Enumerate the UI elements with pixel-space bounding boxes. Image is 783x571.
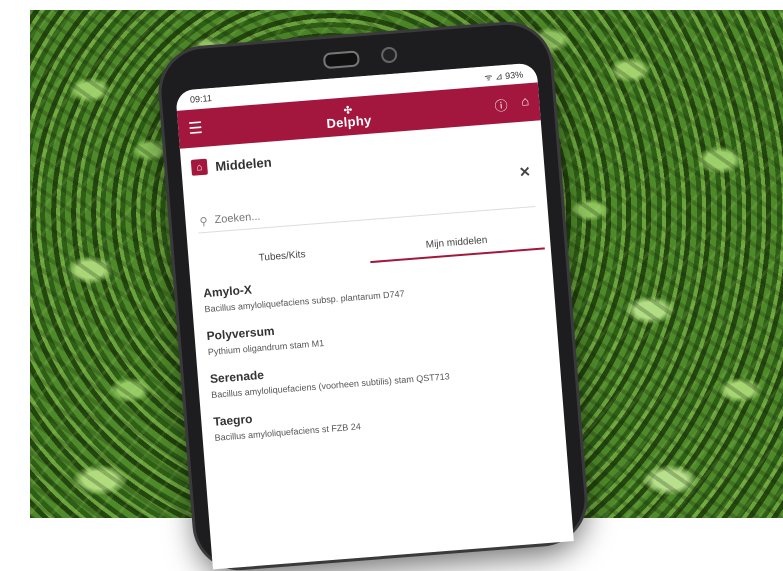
front-camera (380, 46, 398, 64)
menu-icon[interactable]: ☰ (188, 118, 204, 139)
phone-device: 09:11 ᯤ ⊿ 93% ☰ ✣ Delphy ⓘ ⌂ ⌂ Middelen … (158, 21, 588, 571)
close-button[interactable]: ✕ (518, 163, 531, 181)
status-indicators: ᯤ ⊿ 93% (483, 69, 524, 83)
info-icon[interactable]: ⓘ (494, 94, 508, 114)
app-logo-text: Delphy (325, 112, 373, 132)
home-badge-icon: ⌂ (190, 158, 208, 176)
home-icon[interactable]: ⌂ (521, 93, 530, 113)
search-icon: ⚲ (199, 215, 209, 228)
status-time: 09:11 (189, 93, 213, 105)
product-list: Amylo-X Bacillus amyloliquefaciens subsp… (190, 249, 564, 445)
app-logo: ✣ Delphy (325, 104, 373, 132)
speaker-grille (322, 50, 360, 70)
app-bar-actions: ⓘ ⌂ (494, 93, 530, 115)
phone-screen: 09:11 ᯤ ⊿ 93% ☰ ✣ Delphy ⓘ ⌂ ⌂ Middelen … (175, 62, 574, 570)
page-title: Middelen (214, 154, 273, 174)
